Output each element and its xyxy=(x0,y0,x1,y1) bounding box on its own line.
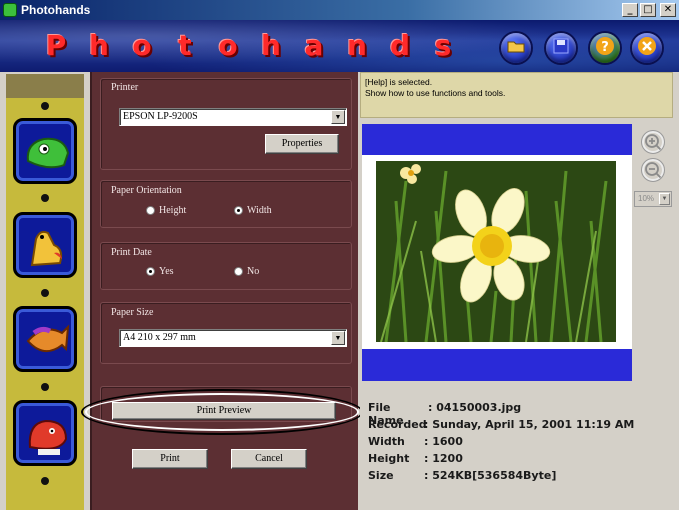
logo-letter: o xyxy=(132,28,152,62)
logo-letter: t xyxy=(178,28,192,62)
print-date-no-option[interactable]: No xyxy=(234,266,259,277)
logo-letter: h xyxy=(89,28,109,62)
zoom-out-icon xyxy=(645,162,662,179)
logo-letter: n xyxy=(347,28,367,62)
zoom-level-value: 10% xyxy=(638,194,655,203)
separator-dot xyxy=(41,477,49,485)
radio-yes[interactable] xyxy=(146,267,155,276)
app-icon xyxy=(3,3,17,17)
help-status-area: [Help] is selected. Show how to use func… xyxy=(360,72,673,118)
minimize-button[interactable]: _ xyxy=(622,3,638,17)
photo-preview xyxy=(376,161,616,342)
save-button[interactable] xyxy=(546,33,576,63)
sidebar-tool-giraffe[interactable] xyxy=(13,212,77,278)
tool-sidebar xyxy=(0,72,90,510)
sidebar-tool-fish[interactable] xyxy=(13,306,77,372)
zoom-out-button[interactable] xyxy=(641,158,665,182)
help-icon: ? xyxy=(595,36,615,60)
svg-text:?: ? xyxy=(601,40,609,55)
daffodil-image xyxy=(376,161,616,342)
radio-height[interactable] xyxy=(146,206,155,215)
orientation-height-option[interactable]: Height xyxy=(146,205,186,216)
info-row-width: Width : 1600 xyxy=(368,435,463,448)
close-button[interactable]: ✕ xyxy=(660,3,676,17)
print-date-yes-option[interactable]: Yes xyxy=(146,266,174,277)
info-row-height: Height : 1200 xyxy=(368,452,463,465)
printer-value: EPSON LP-9200S xyxy=(123,111,198,122)
separator-dot xyxy=(41,383,49,391)
info-row-size: Size : 524KB[536584Byte] xyxy=(368,469,557,482)
printer-label: Printer xyxy=(111,82,139,93)
open-folder-button[interactable] xyxy=(501,33,531,63)
chevron-down-icon[interactable]: ▼ xyxy=(331,331,345,345)
logo-letter: a xyxy=(304,28,324,62)
orientation-group: Paper Orientation Height Width xyxy=(100,180,352,228)
maximize-button[interactable]: □ xyxy=(640,3,656,17)
help-button[interactable]: ? xyxy=(590,33,620,63)
logo-letter: s xyxy=(434,28,452,62)
info-row-file-name: File Name : 04150003.jpg xyxy=(368,401,522,427)
exit-button[interactable] xyxy=(632,33,662,63)
logo-letter: h xyxy=(261,28,281,62)
separator-dot xyxy=(41,194,49,202)
sidebar-tool-dragon[interactable] xyxy=(13,400,77,466)
paper-size-group: Paper Size A4 210 x 297 mm ▼ xyxy=(100,302,352,364)
print-settings-panel: Printer EPSON LP-9200S ▼ Properties Pape… xyxy=(90,72,358,510)
properties-button[interactable]: Properties xyxy=(265,134,339,154)
logo-letter: P xyxy=(45,28,67,62)
radio-no[interactable] xyxy=(234,267,243,276)
separator-dot xyxy=(41,102,49,110)
print-date-group: Print Date Yes No xyxy=(100,242,352,290)
giraffe-icon xyxy=(30,230,63,267)
chevron-down-icon[interactable]: ▼ xyxy=(331,110,345,124)
exit-icon xyxy=(637,36,657,60)
cancel-button[interactable]: Cancel xyxy=(231,449,307,469)
status-line-1: [Help] is selected. xyxy=(365,77,433,87)
highlight-oval-inner xyxy=(85,393,359,431)
printer-group: Printer EPSON LP-9200S ▼ Properties xyxy=(100,78,352,170)
floppy-icon xyxy=(553,38,569,58)
orientation-label: Paper Orientation xyxy=(111,185,182,196)
paper-size-label: Paper Size xyxy=(111,307,154,318)
fish-icon xyxy=(26,324,70,352)
title-bar[interactable]: Photohands _ □ ✕ xyxy=(0,0,679,20)
app-logo: Photohands xyxy=(38,28,468,62)
printer-select[interactable]: EPSON LP-9200S ▼ xyxy=(119,108,347,126)
paper-size-value: A4 210 x 297 mm xyxy=(123,332,196,343)
paper-size-select[interactable]: A4 210 x 297 mm ▼ xyxy=(119,329,347,347)
orientation-width-option[interactable]: Width xyxy=(234,205,272,216)
zoom-in-icon xyxy=(645,134,662,151)
folder-icon xyxy=(507,39,525,57)
dragon-icon xyxy=(28,419,68,455)
logo-letter: o xyxy=(218,28,238,62)
sidebar-tool-chameleon[interactable] xyxy=(13,118,77,184)
chevron-down-icon[interactable]: ▼ xyxy=(659,193,670,205)
zoom-level-select[interactable]: 10% ▼ xyxy=(634,191,672,207)
print-date-label: Print Date xyxy=(111,247,152,258)
separator-dot xyxy=(41,289,49,297)
radio-width[interactable] xyxy=(234,206,243,215)
info-row-recorded: Recorded : Sunday, April 15, 2001 11:19 … xyxy=(368,418,635,431)
window-title: Photohands xyxy=(21,3,91,17)
logo-letter: d xyxy=(389,28,411,62)
print-button[interactable]: Print xyxy=(132,449,208,469)
sidebar-header xyxy=(6,74,84,98)
chameleon-icon xyxy=(26,137,70,169)
status-line-2: Show how to use functions and tools. xyxy=(365,88,506,98)
file-info: File Name : 04150003.jpg Recorded : Sund… xyxy=(368,401,634,486)
zoom-in-button[interactable] xyxy=(641,130,665,154)
app-banner: Photohands xyxy=(0,20,679,72)
